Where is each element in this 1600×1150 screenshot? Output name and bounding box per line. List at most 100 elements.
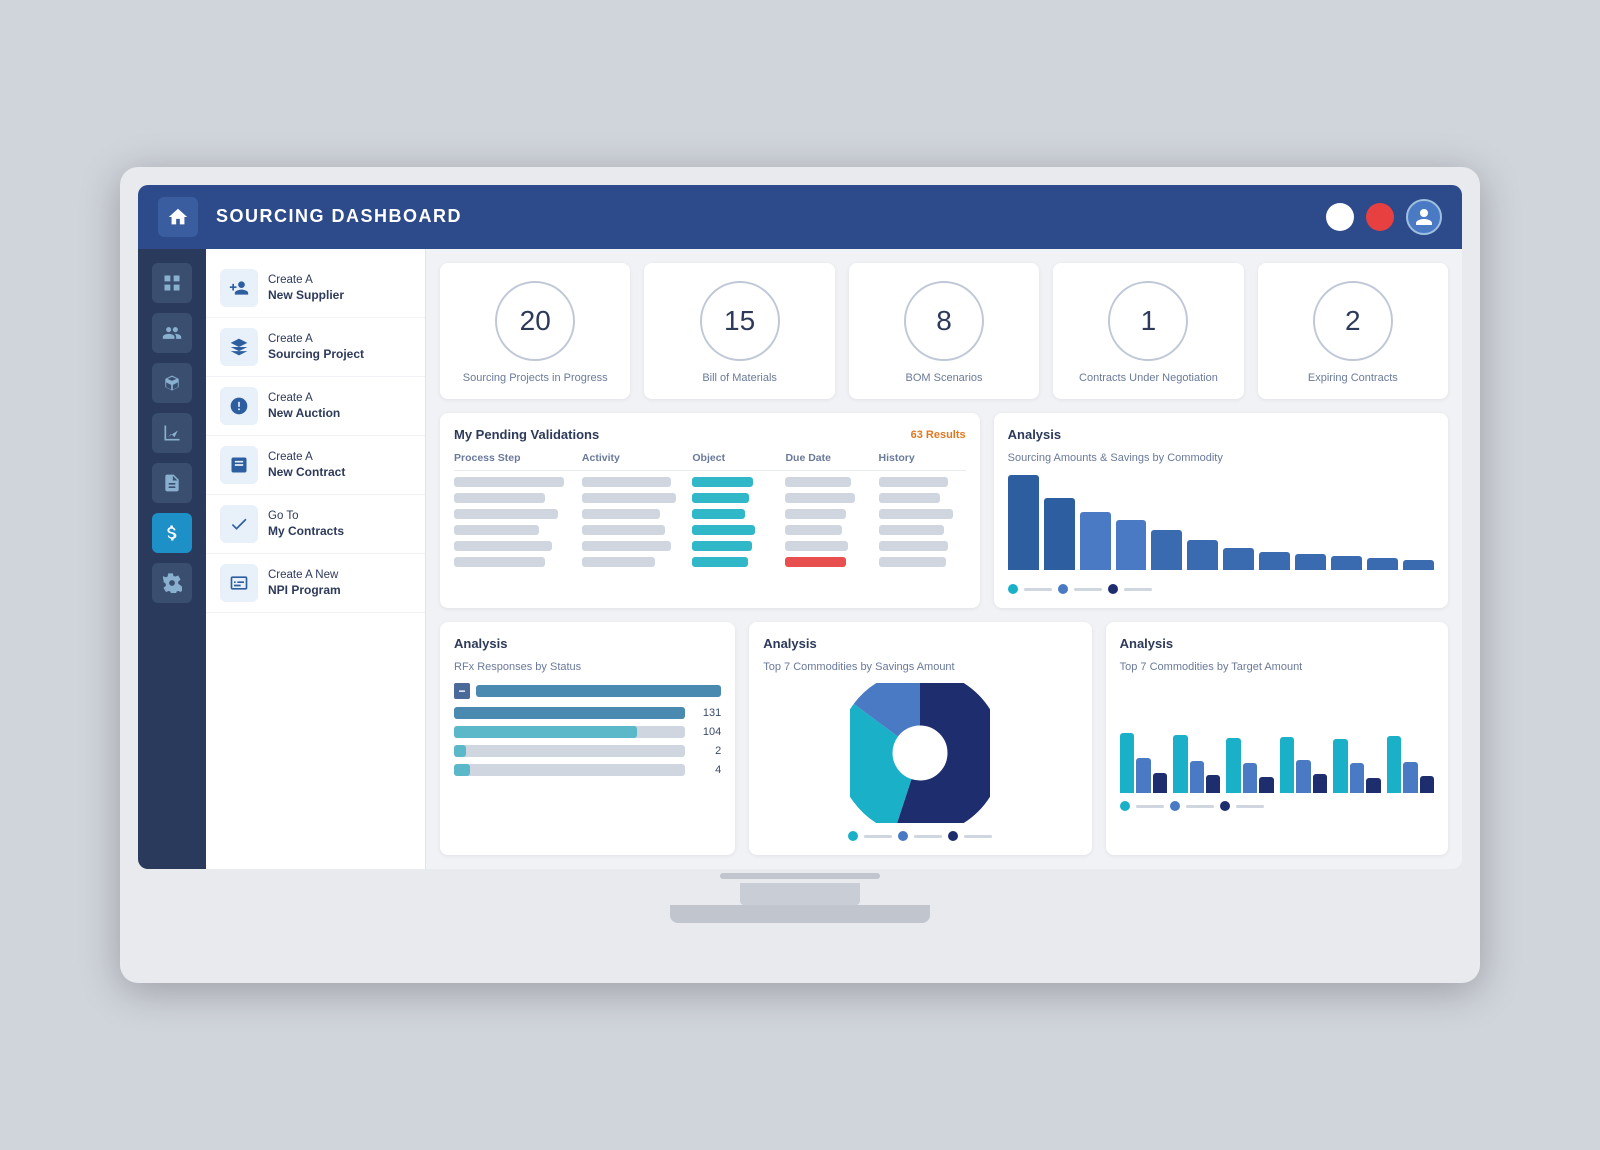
rfx-value-3: 2 — [693, 745, 721, 757]
action-create-supplier[interactable]: Create ANew Supplier — [206, 259, 425, 318]
user-avatar[interactable] — [1406, 199, 1442, 235]
rfx-card: Analysis RFx Responses by Status − — [440, 622, 735, 855]
row5-object — [692, 541, 751, 551]
page-title: SOURCING DASHBOARD — [216, 206, 1326, 227]
kpi-row: 20 Sourcing Projects in Progress 15 Bill… — [440, 263, 1448, 399]
sidebar-item-grid[interactable] — [152, 263, 192, 303]
kpi-bom-scenarios-value: 8 — [936, 305, 952, 337]
sidebar-item-settings[interactable] — [152, 563, 192, 603]
sidebar-item-chart[interactable] — [152, 413, 192, 453]
action-my-contracts[interactable]: Go ToMy Contracts — [206, 495, 425, 554]
row3-due — [785, 509, 846, 519]
row1-step — [454, 477, 564, 487]
row6-step — [454, 557, 545, 567]
kpi-contracts-card: 1 Contracts Under Negotiation — [1053, 263, 1243, 399]
pie-dot-blue — [898, 831, 908, 841]
th-due: Due Date — [785, 452, 872, 464]
pie-dot-line-2 — [914, 835, 942, 838]
bar-chart-bar — [1116, 520, 1147, 570]
notification-dot-2[interactable] — [1366, 203, 1394, 231]
th-activity: Activity — [582, 452, 686, 464]
grouped-bar-group — [1387, 736, 1434, 793]
contract-icon — [220, 446, 258, 484]
th-process: Process Step — [454, 452, 576, 464]
pie-title: Analysis — [763, 636, 816, 651]
action-create-contract[interactable]: Create ANew Contract — [206, 436, 425, 495]
app-window: SOURCING DASHBOARD — [138, 185, 1462, 869]
grouped-bar-seg — [1296, 760, 1310, 793]
create-contract-label: Create ANew Contract — [268, 450, 345, 481]
kpi-expiring-label: Expiring Contracts — [1308, 371, 1398, 385]
pie-subtitle: Top 7 Commodities by Savings Amount — [763, 661, 1077, 673]
kpi-contracts-label: Contracts Under Negotiation — [1079, 371, 1218, 385]
scrollbar-track — [720, 873, 880, 879]
middle-row: My Pending Validations 63 Results Proces… — [440, 413, 1448, 608]
pie-chart-container — [763, 683, 1077, 823]
row1-activity — [582, 477, 671, 487]
bar-chart-bar — [1151, 530, 1182, 570]
create-supplier-label: Create ANew Supplier — [268, 273, 344, 304]
grouped-dot-teal — [1120, 801, 1130, 811]
analysis-main-title: Analysis — [1008, 427, 1061, 442]
action-npi-program[interactable]: Create A NewNPI Program — [206, 554, 425, 613]
rfx-fill-2 — [454, 726, 637, 738]
dot-line-2 — [1074, 588, 1102, 591]
pie-dot-line-3 — [964, 835, 992, 838]
sidebar-item-users[interactable] — [152, 313, 192, 353]
grouped-bar-seg — [1136, 758, 1150, 793]
rfx-subtitle: RFx Responses by Status — [454, 661, 721, 673]
kpi-expiring-circle: 2 — [1313, 281, 1393, 361]
rfx-bar-1 — [454, 707, 685, 719]
grouped-chart-card: Analysis Top 7 Commodities by Target Amo… — [1106, 622, 1448, 855]
row2-object — [692, 493, 749, 503]
grouped-bar-seg — [1333, 739, 1347, 793]
kpi-bom-label: Bill of Materials — [702, 371, 777, 385]
row3-step — [454, 509, 558, 519]
action-create-auction[interactable]: Create ANew Auction — [206, 377, 425, 436]
monitor-shell: SOURCING DASHBOARD — [120, 167, 1480, 983]
notification-dot-1[interactable] — [1326, 203, 1354, 231]
grouped-bar-seg — [1190, 761, 1204, 793]
rfx-bar-4 — [454, 764, 685, 776]
rfx-minus-button[interactable]: − — [454, 683, 470, 699]
rfx-top-row: − — [454, 683, 721, 699]
dot-blue — [1058, 584, 1068, 594]
grouped-dot-line-3 — [1236, 805, 1264, 808]
kpi-sourcing-card: 20 Sourcing Projects in Progress — [440, 263, 630, 399]
grouped-bar-seg — [1350, 763, 1364, 793]
bar-chart-bar — [1295, 554, 1326, 570]
table-row — [454, 493, 966, 503]
kpi-bom-scenarios-card: 8 BOM Scenarios — [849, 263, 1039, 399]
pie-header: Analysis — [763, 636, 1077, 651]
sidebar-item-document[interactable] — [152, 463, 192, 503]
auction-icon — [220, 387, 258, 425]
kpi-bom-circle: 15 — [700, 281, 780, 361]
bar-chart-main — [1008, 474, 1434, 574]
kpi-bom-card: 15 Bill of Materials — [644, 263, 834, 399]
grouped-bar-seg — [1226, 738, 1240, 793]
chart-dots-grouped — [1120, 801, 1434, 811]
sidebar-item-dollar[interactable] — [152, 513, 192, 553]
pie-chart-card: Analysis Top 7 Commodities by Savings Am… — [749, 622, 1091, 855]
bar-chart-bar — [1223, 548, 1254, 570]
grouped-bar-seg — [1420, 776, 1434, 793]
grouped-dot-dark — [1220, 801, 1230, 811]
analysis-header: Analysis — [1008, 427, 1434, 442]
header: SOURCING DASHBOARD — [138, 185, 1462, 249]
grouped-dot-blue — [1170, 801, 1180, 811]
my-contracts-icon — [220, 505, 258, 543]
table-row — [454, 525, 966, 535]
bar-chart-bar — [1403, 560, 1434, 570]
kpi-contracts-value: 1 — [1141, 305, 1157, 337]
create-auction-label: Create ANew Auction — [268, 391, 340, 422]
home-button[interactable] — [158, 197, 198, 237]
rfx-bar-3 — [454, 745, 685, 757]
row6-due — [785, 557, 846, 567]
kpi-bom-scenarios-circle: 8 — [904, 281, 984, 361]
row5-step — [454, 541, 552, 551]
action-create-sourcing[interactable]: Create ASourcing Project — [206, 318, 425, 377]
kpi-bom-value: 15 — [724, 305, 755, 337]
row4-due — [785, 525, 842, 535]
sidebar-item-box[interactable] — [152, 363, 192, 403]
row1-due — [785, 477, 850, 487]
